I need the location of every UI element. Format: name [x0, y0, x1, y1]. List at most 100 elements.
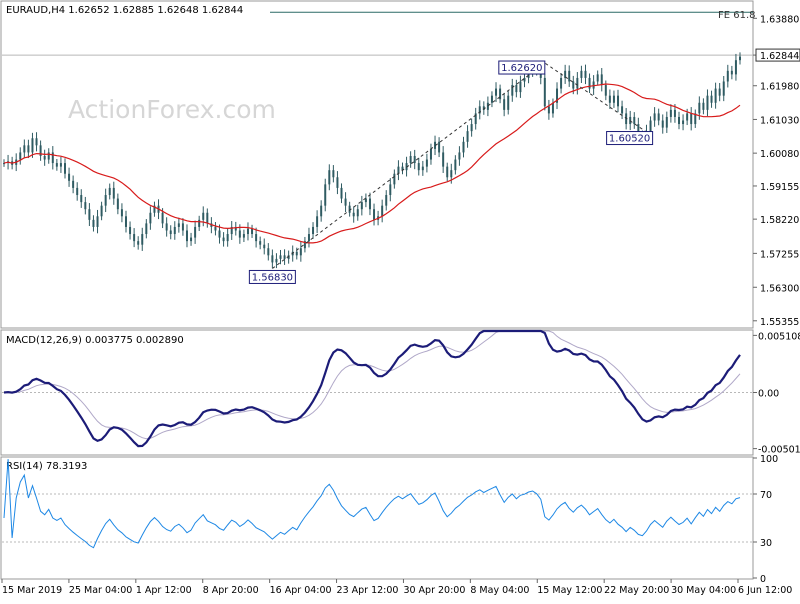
candle-body: [690, 113, 693, 125]
candle-body: [238, 230, 241, 238]
price-tick-label: 1.55355: [760, 317, 799, 328]
candle-body: [393, 173, 396, 185]
candle-body: [714, 88, 717, 103]
candle-body: [120, 209, 123, 217]
candle-body: [373, 209, 376, 220]
candle-body: [145, 223, 148, 235]
euraud-chart: ActionForex.com FE 61.8 1.56830 1.62620 1.…: [0, 0, 800, 600]
candle-body: [51, 152, 54, 164]
candle-body: [621, 106, 624, 114]
candle-body: [104, 195, 107, 206]
macd-main-line: [3, 329, 741, 448]
fe-label: FE 61.8: [718, 10, 756, 21]
candle-body: [27, 145, 30, 153]
candle-body: [657, 113, 660, 121]
candle-body: [340, 187, 343, 199]
candle-body: [734, 60, 737, 75]
candle-body: [141, 234, 144, 245]
price-tick-label: 1.63880: [760, 14, 799, 25]
candle-body: [316, 216, 319, 227]
candle-body: [149, 212, 152, 224]
candle-body: [560, 77, 563, 89]
candle-body: [580, 70, 583, 78]
candle-body: [438, 141, 441, 153]
rsi-tick-label: 70: [760, 490, 772, 501]
candle-body: [515, 85, 518, 93]
candle-body: [519, 81, 522, 93]
candle-body: [442, 152, 445, 167]
candle-body: [206, 212, 209, 224]
candle-body: [202, 212, 205, 220]
candle-body: [23, 145, 26, 153]
price-tick-label: 1.57255: [760, 249, 799, 260]
price-panel-title: EURAUD,H4 1.62652 1.62885 1.62648 1.6284…: [6, 5, 243, 16]
candle-body: [185, 230, 188, 242]
macd-tick-label: 0.005108: [758, 331, 800, 342]
rsi-line: [3, 459, 741, 549]
candle-body: [596, 74, 599, 82]
candle-body: [673, 109, 676, 117]
candle-body: [425, 159, 428, 167]
macd-panel-frame: [0, 329, 754, 456]
price-tick-label: 1.58220: [760, 215, 799, 226]
candle-body: [584, 70, 587, 78]
candle-body: [698, 102, 701, 114]
candle-body: [19, 152, 22, 160]
x-tick-label: 15 Mar 2019: [2, 585, 62, 596]
candle-body: [63, 163, 66, 174]
candle-body: [604, 85, 607, 96]
candle-body: [356, 209, 359, 217]
price-tick-label: 1.56300: [760, 283, 799, 294]
price-tick-label: 1.61030: [760, 115, 799, 126]
candle-body: [466, 131, 469, 142]
candle-body: [665, 116, 668, 128]
candle-body: [112, 187, 115, 199]
candle-body: [730, 70, 733, 75]
macd-panel-title: MACD(12,26,9) 0.003775 0.002890: [6, 335, 184, 346]
x-tick-label: 8 May 04:00: [470, 585, 529, 596]
candle-body: [678, 116, 681, 125]
x-tick-label: 6 Jun 12:00: [738, 585, 792, 596]
rsi-panel-title: RSI(14) 78.3193: [6, 461, 87, 472]
candle-body: [129, 226, 132, 235]
candle-body: [161, 212, 164, 224]
candle-body: [246, 228, 249, 235]
candle-body: [108, 187, 111, 196]
candle-body: [55, 163, 58, 167]
x-tick-label: 30 Apr 20:00: [403, 585, 465, 596]
candle-body: [177, 223, 180, 227]
candle-body: [608, 95, 611, 103]
candle-body: [470, 124, 473, 132]
candle-body: [523, 77, 526, 82]
candle-body: [551, 102, 554, 114]
candle-body: [368, 198, 371, 210]
candle-body: [576, 77, 579, 89]
candle-body: [490, 95, 493, 103]
candle-body: [336, 177, 339, 188]
candles-layer: [3, 52, 741, 269]
candle-body: [116, 198, 119, 210]
candle-body: [682, 120, 685, 125]
candle-body: [661, 120, 664, 128]
candle-body: [381, 205, 384, 217]
candle-body: [486, 102, 489, 110]
price-tick-label: 1.60080: [760, 149, 799, 160]
candle-body: [324, 184, 327, 206]
candle-body: [389, 184, 392, 196]
chart-canvas: ActionForex.com FE 61.8 1.56830 1.62620 1.…: [0, 0, 800, 596]
candle-body: [283, 255, 286, 259]
candle-body: [214, 226, 217, 231]
candle-body: [299, 248, 302, 256]
candle-body: [649, 120, 652, 132]
candle-body: [718, 88, 721, 96]
candle-body: [653, 113, 656, 121]
price-tick-label: 1.61980: [760, 82, 799, 93]
price-panel-frame: [0, 0, 754, 329]
candle-body: [710, 95, 713, 103]
candle-body: [706, 95, 709, 110]
candle-body: [68, 173, 71, 181]
candle-body: [669, 109, 672, 117]
candle-body: [633, 116, 636, 125]
rsi-panel-frame: [0, 456, 754, 580]
candle-body: [124, 216, 127, 227]
